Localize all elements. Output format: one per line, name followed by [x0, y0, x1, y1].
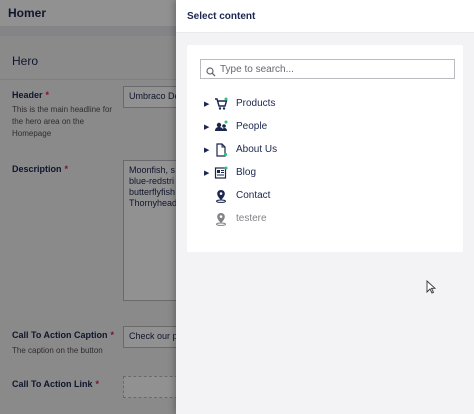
tree-item-label: Contact — [236, 190, 271, 201]
dialog-title: Select content — [187, 10, 256, 22]
dialog-header: Select content — [176, 0, 474, 33]
document-icon — [214, 142, 228, 157]
expand-caret-icon[interactable]: ▶ — [204, 123, 212, 131]
newspaper-icon — [214, 166, 228, 180]
expand-caret-icon[interactable]: ▶ — [204, 146, 212, 154]
tree-item-testere[interactable]: ▶ testere — [204, 207, 454, 230]
tree-item-label: testere — [236, 213, 267, 224]
shopping-cart-icon — [214, 97, 228, 111]
content-tree-panel: ▶ Products ▶ People ▶ About Us — [187, 45, 463, 252]
map-pin-icon — [214, 189, 228, 203]
people-icon — [214, 120, 228, 134]
content-tree: ▶ Products ▶ People ▶ About Us ▶ Blog Co… — [204, 92, 454, 230]
search-box[interactable] — [200, 59, 455, 79]
tree-item-label: Blog — [236, 167, 257, 178]
search-icon — [206, 64, 216, 77]
expand-caret-icon[interactable]: ▶ — [204, 169, 212, 177]
tree-item-about-us[interactable]: ▶ About Us — [204, 138, 454, 161]
select-content-dialog: Select content ▶ Products ▶ — [176, 0, 474, 414]
map-pin-icon — [214, 212, 228, 226]
tree-item-people[interactable]: ▶ People — [204, 115, 454, 138]
tree-item-blog[interactable]: ▶ Blog — [204, 161, 454, 184]
tree-item-products[interactable]: ▶ Products — [204, 92, 454, 115]
tree-item-label: Products — [236, 98, 276, 109]
tree-item-label: People — [236, 121, 268, 132]
tree-item-contact[interactable]: ▶ Contact — [204, 184, 454, 207]
tree-item-label: About Us — [236, 144, 278, 155]
modal-overlay[interactable] — [0, 0, 176, 414]
search-input[interactable] — [220, 63, 440, 75]
mouse-cursor-icon — [426, 279, 437, 294]
expand-caret-icon[interactable]: ▶ — [204, 100, 212, 108]
